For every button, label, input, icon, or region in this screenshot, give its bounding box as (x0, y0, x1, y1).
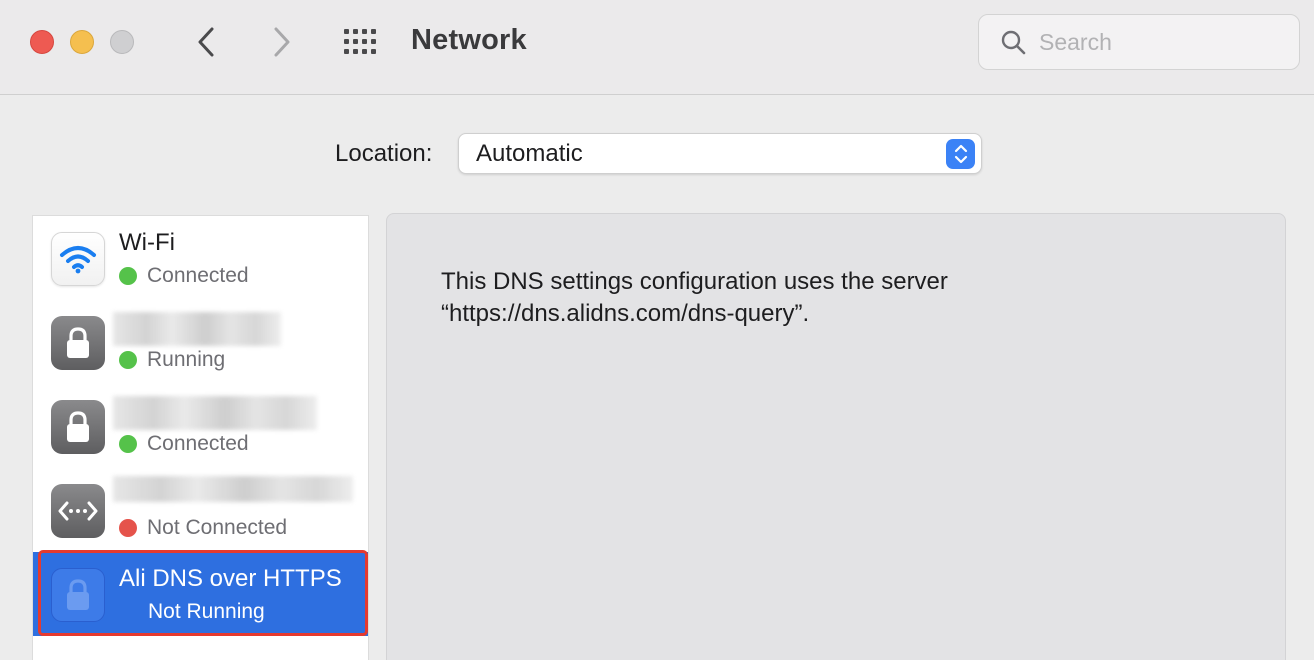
location-value: Automatic (476, 140, 583, 167)
service-status: Connected (119, 264, 249, 288)
service-status-text: Connected (147, 432, 249, 455)
service-item-bridge[interactable]: Not Connected (33, 468, 368, 552)
detail-pane: This DNS settings configuration uses the… (386, 213, 1286, 660)
search-icon (999, 28, 1027, 56)
bridge-icon (51, 484, 105, 538)
lock-icon (51, 316, 105, 370)
service-status: Running (119, 348, 225, 372)
show-all-button[interactable] (340, 25, 382, 59)
obscured-service-name (113, 396, 317, 430)
status-dot-icon (119, 267, 137, 285)
forward-button[interactable] (262, 22, 302, 62)
service-status-text: Not Running (148, 600, 265, 623)
grid-icon (344, 29, 376, 54)
title-bar: Network (0, 0, 1314, 95)
minimize-window-button[interactable] (70, 30, 94, 54)
status-dot-icon (119, 435, 137, 453)
chevron-left-icon (198, 27, 214, 57)
service-status: Connected (119, 432, 249, 456)
obscured-service-name (113, 312, 281, 346)
wifi-icon (51, 232, 105, 286)
lock-icon (51, 568, 105, 622)
obscured-service-name (113, 476, 353, 502)
dns-config-message: This DNS settings configuration uses the… (441, 268, 948, 327)
status-dot-icon (119, 519, 137, 537)
zoom-window-button[interactable] (110, 30, 134, 54)
service-status: Not Connected (119, 516, 287, 540)
back-button[interactable] (186, 22, 226, 62)
service-list: Wi-Fi Connected Running Connected Not Co… (32, 215, 369, 660)
service-name: Ali DNS over HTTPS (119, 565, 342, 592)
lock-icon (51, 400, 105, 454)
search-input[interactable] (1039, 28, 1279, 56)
status-dot-icon (119, 351, 137, 369)
service-status-text: Not Connected (147, 516, 288, 539)
service-item-wifi[interactable]: Wi-Fi Connected (33, 216, 368, 300)
service-item-vpn-2[interactable]: Connected (33, 384, 368, 468)
service-status-text: Connected (147, 264, 249, 287)
service-status: Not Running (148, 600, 265, 624)
service-status-text: Running (147, 348, 226, 371)
close-window-button[interactable] (30, 30, 54, 54)
window-title: Network (411, 24, 527, 56)
search-field[interactable] (978, 14, 1300, 70)
chevron-right-icon (274, 27, 290, 57)
location-label: Location: (335, 140, 433, 167)
location-popup-button[interactable]: Automatic (458, 133, 982, 174)
popup-stepper-icon (946, 139, 975, 169)
service-item-vpn-1[interactable]: Running (33, 300, 368, 384)
service-item-ali-dns[interactable]: Ali DNS over HTTPS Not Running (33, 552, 368, 636)
service-name: Wi-Fi (119, 229, 175, 256)
